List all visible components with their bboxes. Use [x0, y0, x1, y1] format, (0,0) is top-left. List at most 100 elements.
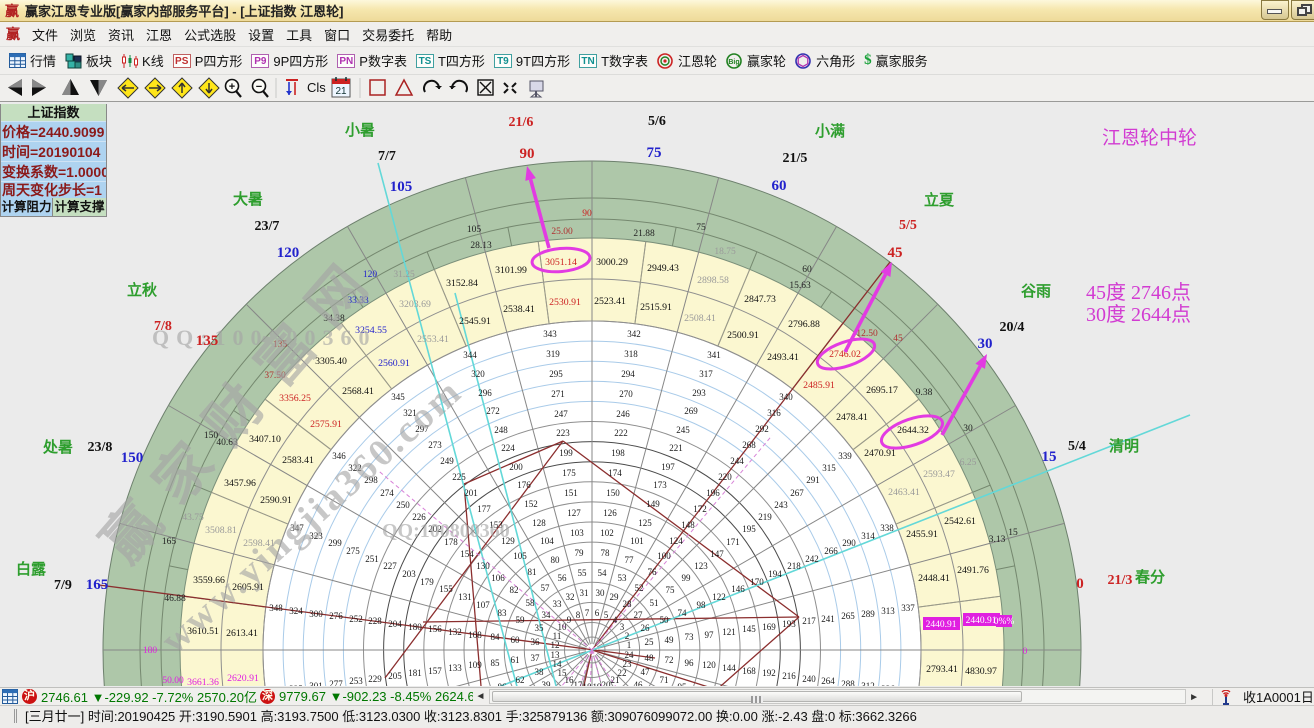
svg-text:QQ:100800360: QQ:100800360	[382, 520, 510, 542]
svg-text:2463.41: 2463.41	[888, 487, 920, 498]
svg-text:314: 314	[861, 531, 875, 541]
svg-text:45度 2746点: 45度 2746点	[1086, 281, 1191, 304]
svg-text:135: 135	[196, 333, 219, 349]
svg-text:3101.99: 3101.99	[495, 265, 527, 276]
svg-text:35: 35	[535, 623, 545, 633]
svg-text:26: 26	[641, 623, 651, 633]
svg-text:61: 61	[511, 655, 520, 665]
svg-text:2568.41: 2568.41	[342, 386, 374, 397]
svg-text:34: 34	[542, 610, 552, 620]
svg-text:156: 156	[428, 624, 442, 634]
svg-text:223: 223	[556, 428, 570, 438]
svg-text:+: +	[229, 81, 235, 93]
svg-text:37: 37	[531, 653, 541, 663]
svg-text:104: 104	[540, 536, 554, 546]
svg-text:198: 198	[611, 448, 625, 458]
svg-text:175: 175	[562, 468, 576, 478]
svg-text:154: 154	[460, 549, 474, 559]
svg-text:342: 342	[627, 329, 641, 339]
svg-text:2545.91: 2545.91	[459, 316, 491, 327]
svg-text:240: 240	[802, 674, 816, 684]
svg-text:2440.91: 2440.91	[966, 616, 997, 626]
svg-text:247: 247	[554, 409, 568, 419]
svg-text:126: 126	[603, 508, 617, 518]
svg-text:2613.41: 2613.41	[226, 628, 258, 639]
svg-text:348: 348	[269, 603, 283, 613]
svg-text:130: 130	[476, 561, 490, 571]
svg-text:38: 38	[535, 667, 545, 677]
svg-text:345: 345	[391, 392, 405, 402]
svg-text:18.75: 18.75	[714, 247, 736, 257]
svg-text:336: 336	[881, 684, 895, 686]
svg-text:2448.41: 2448.41	[918, 573, 950, 584]
svg-text:317: 317	[699, 369, 713, 379]
svg-text:1: 1	[627, 640, 632, 650]
svg-text:241: 241	[821, 614, 835, 624]
svg-text:2575.91: 2575.91	[310, 419, 342, 430]
svg-text:277: 277	[329, 679, 343, 686]
svg-text:5/6: 5/6	[648, 114, 666, 129]
svg-text:57: 57	[541, 583, 551, 593]
svg-text:0%%: 0%%	[994, 617, 1015, 627]
svg-text:315: 315	[822, 463, 836, 473]
svg-text:105: 105	[390, 179, 413, 195]
svg-text:36: 36	[531, 637, 541, 647]
svg-text:18: 18	[583, 682, 593, 686]
svg-text:54: 54	[598, 568, 608, 578]
svg-text:28.13: 28.13	[470, 241, 492, 251]
svg-text:194: 194	[768, 569, 782, 579]
svg-text:229: 229	[368, 674, 382, 684]
svg-text:197: 197	[661, 462, 675, 472]
svg-text:344: 344	[463, 350, 477, 360]
svg-text:95: 95	[678, 682, 688, 686]
svg-text:2560.91: 2560.91	[378, 358, 410, 369]
svg-text:32: 32	[566, 592, 575, 602]
svg-text:133: 133	[448, 663, 462, 673]
svg-text:180: 180	[408, 622, 422, 632]
svg-text:245: 245	[676, 425, 690, 435]
svg-text:80: 80	[551, 555, 561, 565]
svg-text:2644.32: 2644.32	[897, 425, 929, 436]
svg-text:2530.91: 2530.91	[549, 297, 581, 308]
svg-text:180: 180	[143, 646, 158, 656]
svg-text:174: 174	[608, 468, 622, 478]
svg-text:2553.41: 2553.41	[417, 334, 449, 345]
svg-text:267: 267	[790, 488, 804, 498]
svg-text:7/7: 7/7	[378, 149, 396, 164]
svg-text:2: 2	[625, 631, 630, 641]
svg-text:318: 318	[624, 349, 638, 359]
svg-text:100: 100	[657, 551, 671, 561]
svg-text:343: 343	[543, 329, 557, 339]
svg-text:5/5: 5/5	[899, 218, 917, 233]
svg-text:155: 155	[439, 584, 453, 594]
svg-text:196: 196	[706, 488, 720, 498]
svg-text:2500.91: 2500.91	[727, 330, 759, 341]
svg-text:121: 121	[722, 627, 736, 637]
svg-text:2523.41: 2523.41	[594, 296, 626, 307]
svg-text:244: 244	[730, 456, 744, 466]
svg-text:23/7: 23/7	[255, 219, 280, 234]
svg-text:99: 99	[682, 573, 692, 583]
svg-text:6.25: 6.25	[960, 458, 977, 468]
svg-text:203: 203	[402, 569, 416, 579]
svg-text:312: 312	[861, 681, 875, 686]
svg-text:242: 242	[805, 554, 819, 564]
svg-text:152: 152	[524, 499, 538, 509]
svg-text:4: 4	[613, 615, 618, 625]
svg-text:131: 131	[458, 592, 472, 602]
svg-text:157: 157	[428, 666, 442, 676]
svg-text:2470.91: 2470.91	[864, 448, 896, 459]
svg-text:270: 270	[619, 389, 633, 399]
svg-text:228: 228	[368, 616, 382, 626]
svg-text:128: 128	[532, 518, 546, 528]
svg-text:271: 271	[551, 389, 565, 399]
svg-text:江恩轮中轮: 江恩轮中轮	[1102, 127, 1197, 149]
svg-text:12: 12	[551, 640, 560, 650]
svg-text:2793.41: 2793.41	[926, 664, 958, 675]
svg-text:31: 31	[580, 588, 589, 598]
svg-text:79: 79	[575, 548, 585, 558]
svg-text:4830.97: 4830.97	[965, 666, 997, 677]
svg-text:227: 227	[383, 561, 397, 571]
svg-text:56: 56	[558, 573, 568, 583]
svg-text:294: 294	[621, 369, 635, 379]
